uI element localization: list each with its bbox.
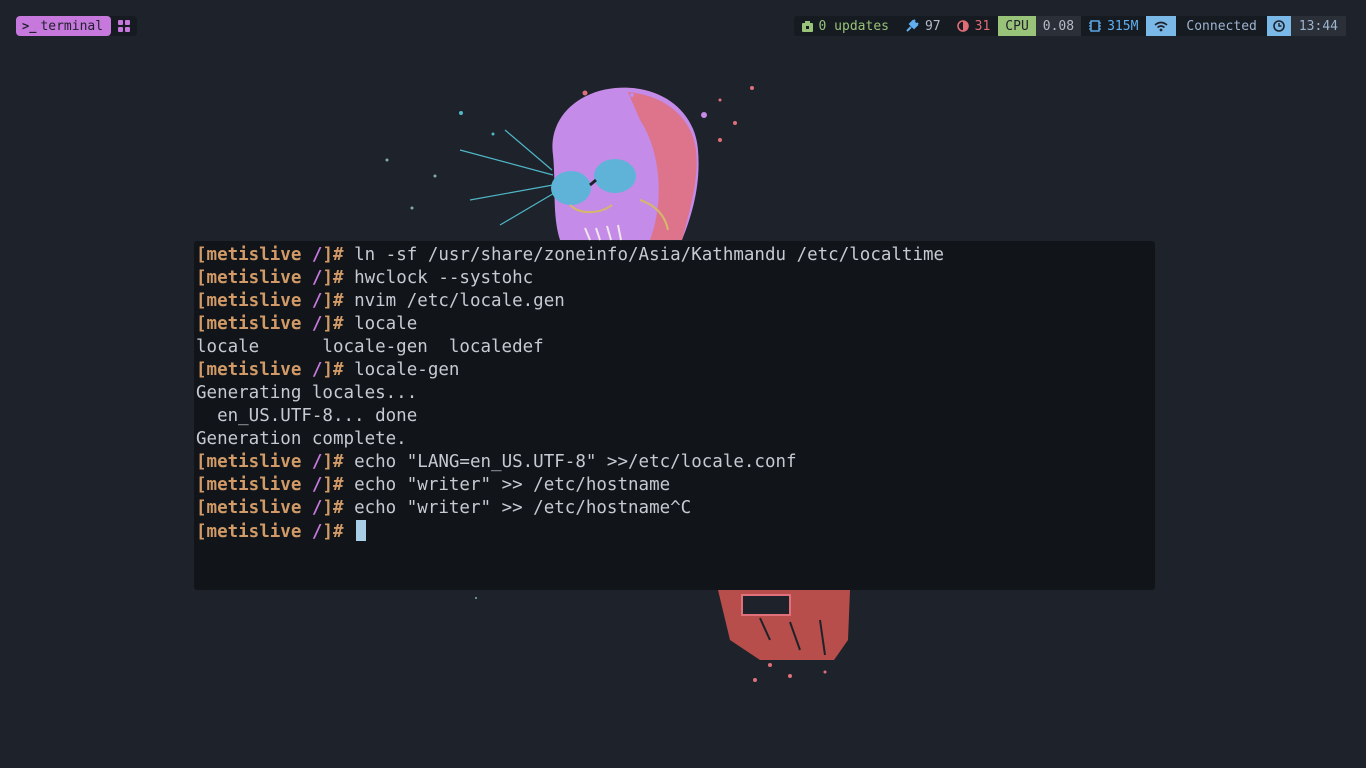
updates-text: 0 updates [818,18,889,34]
shell-prompt: [metislive /]# [196,475,355,495]
network-status[interactable]: Connected [1176,16,1266,36]
output-text: Generating locales... [196,383,418,403]
command-text: locale-gen [354,360,460,380]
wifi-icon [1154,21,1168,31]
workspace-terminal[interactable]: >_ terminal [16,16,112,36]
terminal-command-line: [metislive /]# hwclock --systohc [196,267,1155,290]
shell-prompt: [metislive /]# [196,452,355,472]
command-text: ln -sf /usr/share/zoneinfo/Asia/Kathmand… [354,245,945,265]
cpu-value[interactable]: 0.08 [1035,16,1082,36]
shell-prompt: [metislive /]# [196,314,355,334]
workspace-apps[interactable] [111,16,137,36]
memory-value: 315M [1107,18,1139,34]
workspace-switcher: >_ terminal [16,16,138,36]
battery-value: 31 [974,18,991,34]
wifi-icon-segment[interactable] [1146,16,1177,36]
terminal-command-line: [metislive /]# echo "writer" >> /etc/hos… [196,497,1155,520]
apps-grid-icon [118,20,131,32]
text-cursor [356,520,367,541]
terminal-output-line: Generating locales... [196,382,1155,405]
terminal-command-line: [metislive /]# ln -sf /usr/share/zoneinf… [196,244,1155,267]
terminal-icon: >_ [22,19,37,33]
terminal-command-line: [metislive /]# echo "writer" >> /etc/hos… [196,474,1155,497]
clock-icon-segment [1266,16,1291,36]
command-text: hwclock --systohc [354,268,534,288]
brightness-value: 97 [924,18,941,34]
terminal-window[interactable]: [metislive /]# ln -sf /usr/share/zoneinf… [194,241,1155,590]
shell-prompt: [metislive /]# [196,522,355,542]
terminal-command-line: [metislive /]# echo "LANG=en_US.UTF-8" >… [196,451,1155,474]
package-icon [801,20,813,32]
shell-prompt: [metislive /]# [196,268,355,288]
cpu-label: CPU [998,16,1036,36]
desktop: >_ terminal 0 updates 97 31 CPU 0.08 315… [0,0,1366,768]
terminal-command-line: [metislive /]# locale [196,313,1155,336]
shell-prompt: [metislive /]# [196,291,355,311]
brightness-module[interactable]: 97 [897,16,949,36]
terminal-command-line: [metislive /]# [196,520,1155,543]
terminal-command-line: [metislive /]# locale-gen [196,359,1155,382]
shell-prompt: [metislive /]# [196,360,355,380]
output-text: locale locale-gen localedef [196,337,544,357]
memory-chip-icon [1089,20,1102,32]
terminal-output-line: Generation complete. [196,428,1155,451]
output-text: en_US.UTF-8... done [196,406,418,426]
workspace-label: terminal [40,18,104,34]
top-bar: >_ terminal 0 updates 97 31 CPU 0.08 315… [0,16,1366,36]
plug-icon [906,19,919,32]
terminal-output-line: en_US.UTF-8... done [196,405,1155,428]
updates-module[interactable]: 0 updates [794,16,897,36]
output-text: Generation complete. [196,429,407,449]
command-text: echo "LANG=en_US.UTF-8" >>/etc/locale.co… [354,452,797,472]
command-text: locale [354,314,418,334]
command-text: echo "writer" >> /etc/hostname [354,475,671,495]
clock-time[interactable]: 13:44 [1290,16,1346,36]
status-bar: 0 updates 97 31 CPU 0.08 315M Connected … [793,16,1346,36]
memory-module[interactable]: 315M [1081,16,1146,36]
contrast-icon [956,20,969,32]
command-text: echo "writer" >> /etc/hostname^C [354,498,692,518]
terminal-output-line: locale locale-gen localedef [196,336,1155,359]
clock-icon [1273,20,1285,32]
terminal-command-line: [metislive /]# nvim /etc/locale.gen [196,290,1155,313]
shell-prompt: [metislive /]# [196,245,355,265]
battery-module[interactable]: 31 [949,16,999,36]
shell-prompt: [metislive /]# [196,498,355,518]
command-text: nvim /etc/locale.gen [354,291,565,311]
